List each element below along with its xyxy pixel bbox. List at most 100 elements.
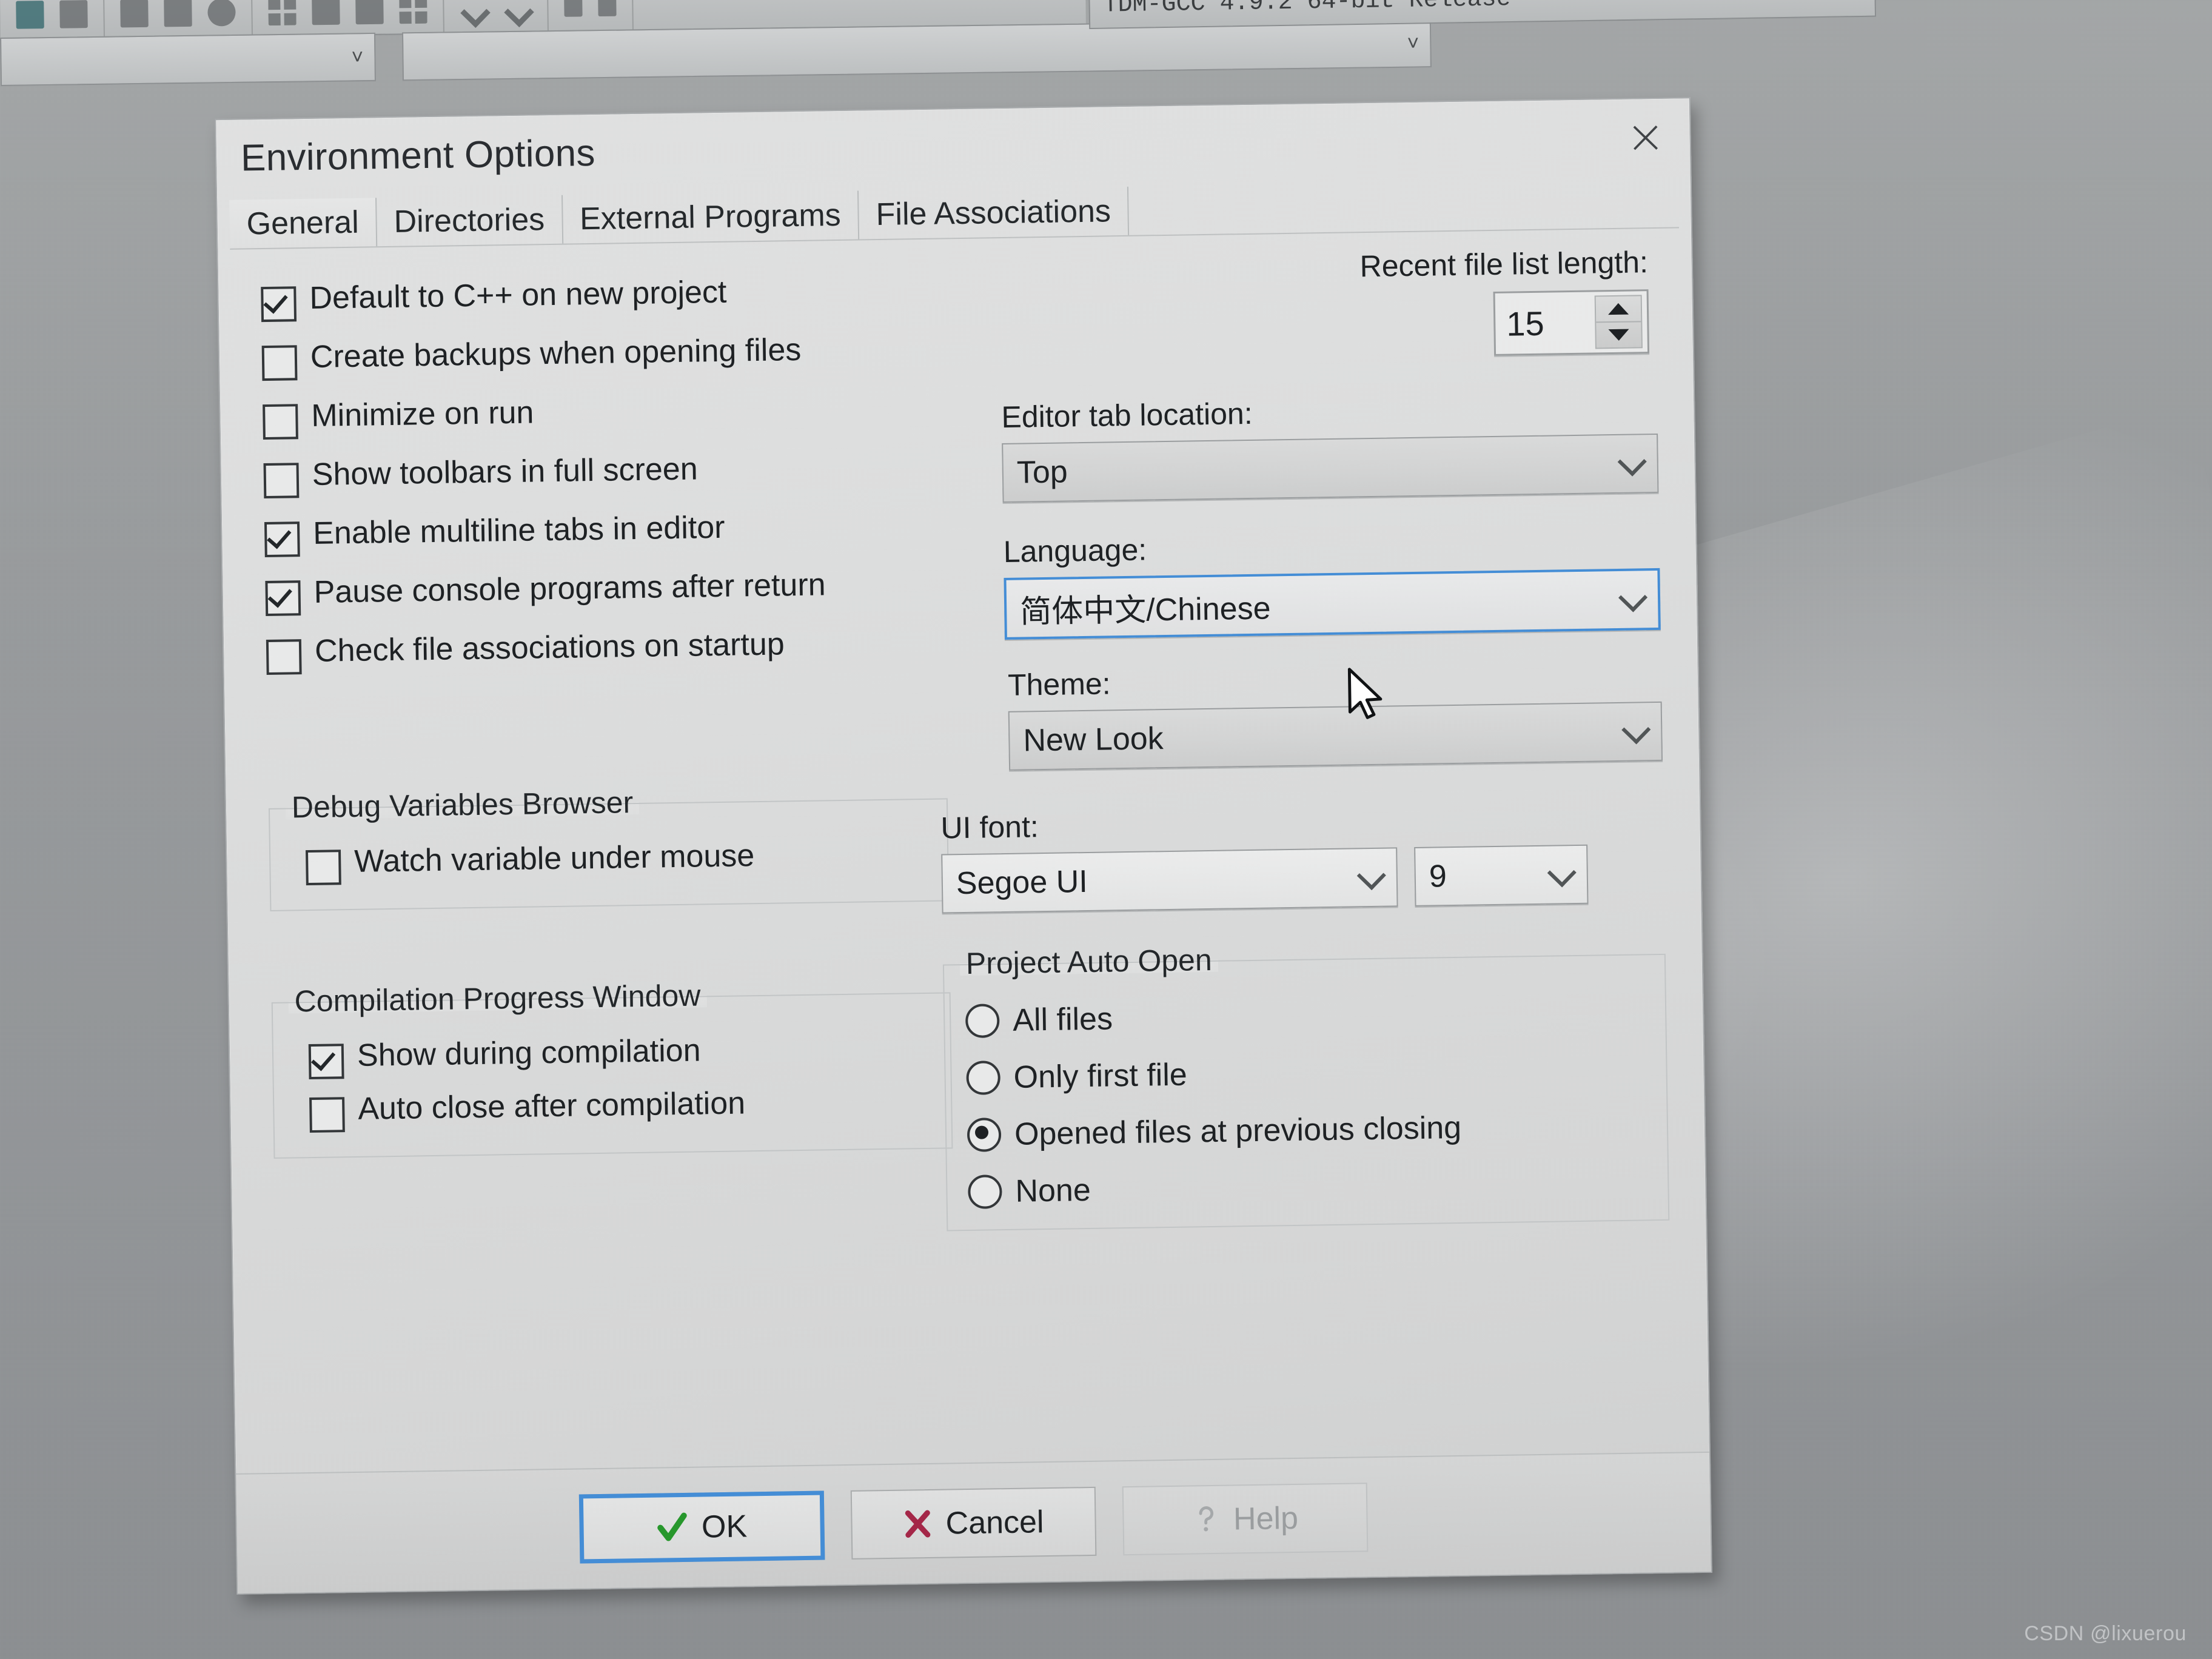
debug-variables-browser-group: Debug Variables Browser Watch variable u… [268,785,950,911]
triangle-down-icon [1608,329,1629,341]
checkbox-default-cpp[interactable]: Default to C++ on new project [261,273,940,323]
checkbox-box [261,286,297,323]
checkbox-create-backups[interactable]: Create backups when opening files [261,332,942,381]
checkbox-label: Check file associations on startup [314,626,785,669]
tab-directories[interactable]: Directories [377,195,563,247]
x-icon [905,1510,931,1538]
checkbox-box [264,521,300,558]
theme-select[interactable]: New Look [1008,701,1663,771]
group-title: Compilation Progress Window [288,977,706,1019]
radio-label: Opened files at previous closing [1014,1110,1462,1152]
undo-icon[interactable] [120,0,149,28]
tab-directories-label: Directories [394,202,545,240]
cancel-button[interactable]: Cancel [850,1486,1097,1560]
csdn-watermark: CSDN @lixuerou [2024,1622,2187,1645]
checkbox-box [261,345,298,381]
breakpoint-icon[interactable] [564,0,583,17]
compile-icon[interactable] [460,0,488,23]
checkbox-label: Create backups when opening files [310,332,802,375]
radio-all-files[interactable]: All files [965,993,1645,1039]
group-title: Project Auto Open [959,942,1218,981]
stepper-increment-button[interactable] [1595,296,1641,323]
radio-label: Only first file [1013,1057,1188,1095]
ui-font-size-value: 9 [1429,859,1447,894]
checkbox-box [263,404,298,440]
chevron-down-icon: ˅ [1407,32,1419,55]
tab-file-associations[interactable]: File Associations [859,186,1130,240]
split-view-icon[interactable] [355,0,384,25]
recent-file-list-stepper[interactable]: 15 [1493,289,1650,356]
environment-options-dialog: Environment Options General Directories … [215,97,1712,1595]
chevron-down-icon [1618,583,1648,612]
compilation-progress-window-group: Compilation Progress Window Show during … [271,978,953,1159]
panel-icon[interactable] [312,0,340,25]
language-select[interactable]: 简体中文/Chinese [1004,568,1661,640]
tab-general[interactable]: General [229,198,378,249]
cancel-button-label: Cancel [945,1504,1044,1541]
step-over-icon[interactable] [598,0,617,17]
checkbox-watch-variable-under-mouse[interactable]: Watch variable under mouse [305,837,927,886]
ui-font-family-select[interactable]: Segoe UI [941,847,1398,914]
ui-font-size-select[interactable]: 9 [1414,844,1589,907]
checkbox-label: Minimize on run [310,395,534,434]
checkbox-auto-close-after-compilation[interactable]: Auto close after compilation [309,1085,931,1133]
checkbox-show-during-compilation[interactable]: Show during compilation [308,1031,930,1080]
checkbox-multiline-tabs[interactable]: Enable multiline tabs in editor [264,508,944,558]
general-left-pane: Default to C++ on new project Create bac… [261,273,953,1159]
checkbox-show-toolbars-fullscreen[interactable]: Show toolbars in full screen [263,449,943,499]
radio-only-first-file[interactable]: Only first file [966,1050,1646,1096]
help-button: Help [1122,1483,1369,1556]
ui-font-label: UI font: [940,809,1039,845]
run-icon[interactable] [503,0,532,22]
checkbox-pause-console[interactable]: Pause console programs after return [265,567,945,617]
chevron-down-icon: ˅ [1849,0,1862,5]
layout-grid-icon[interactable] [268,0,297,26]
stepper-buttons [1594,295,1643,349]
radio-none[interactable]: None [968,1164,1647,1210]
redo-icon[interactable] [164,0,192,27]
radio-label: None [1015,1172,1091,1209]
checkbox-label: Auto close after compilation [357,1085,746,1127]
checkbox-label: Pause console programs after return [313,567,826,610]
tab-external-programs[interactable]: External Programs [562,190,860,244]
checkbox-box [263,463,300,499]
radio-label: All files [1012,1001,1113,1038]
group-title: Debug Variables Browser [286,785,640,825]
checkbox-box [309,1097,345,1133]
question-icon [1199,1506,1213,1532]
tab-general-label: General [246,204,360,242]
radio-circle [965,1004,1000,1038]
toolbar-group-edit [104,0,253,38]
toolbar-group-run [443,0,549,33]
editor-tab-location-value: Top [1016,454,1068,491]
tab-external-programs-label: External Programs [579,197,842,237]
new-file-icon[interactable] [16,1,44,29]
stepper-decrement-button[interactable] [1596,322,1641,347]
ok-button[interactable]: OK [578,1490,825,1564]
open-file-icon[interactable] [59,0,88,28]
checkbox-minimize-on-run[interactable]: Minimize on run [263,390,942,440]
toolbar-group-file [0,0,106,39]
checkbox-label: Watch variable under mouse [354,838,755,879]
close-button[interactable] [1612,110,1679,165]
checkbox-box [266,639,302,675]
checkbox-label: Show toolbars in full screen [312,451,699,492]
checkbox-check-file-associations[interactable]: Check file associations on startup [266,626,946,675]
tile-icon[interactable] [399,0,427,24]
editor-tab-location-select[interactable]: Top [1002,433,1659,503]
chevron-down-icon: ˅ [351,45,364,69]
checkbox-label: Show during compilation [357,1033,701,1073]
ui-font-family-value: Segoe UI [956,863,1088,902]
radio-circle [968,1175,1002,1209]
chevron-down-icon [1547,858,1577,888]
project-scope-combo[interactable]: ˅ [0,32,376,86]
general-right-pane: Recent file list length: 15 Editor tab l… [940,244,1670,1232]
radio-opened-files-previous-closing[interactable]: Opened files at previous closing [967,1107,1647,1153]
radio-circle [966,1061,1001,1095]
close-icon [1633,125,1658,150]
stop-icon[interactable] [207,0,236,27]
checkbox-label: Enable multiline tabs in editor [312,509,725,551]
compiler-selector-value: TDM-GCC 4.9.2 64-bit Release [1103,0,1511,19]
recent-file-list-label: Recent file list length: [1359,245,1649,284]
tab-file-associations-label: File Associations [876,193,1111,233]
